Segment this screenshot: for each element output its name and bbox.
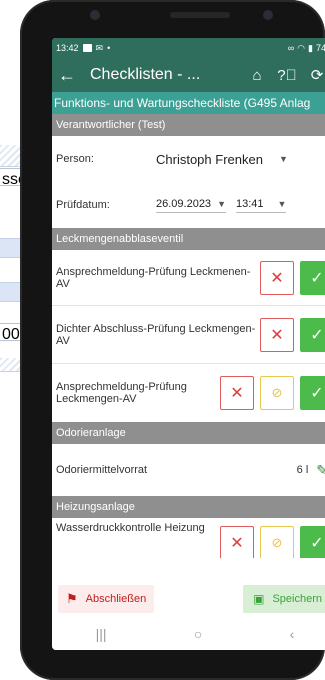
section-leak-valve: Leckmengenabblaseventil (52, 228, 325, 250)
check-item: Ansprechmeldung-Prüfung Leckmengen-AV ✕ … (52, 364, 325, 422)
page-title: Checklisten - ... (90, 66, 201, 83)
check-item-label: Dichter Abschluss-Prüfung Leckmengen-AV (56, 322, 256, 347)
status-bar: 13:42 ✉ • ∞ ◠ ▮ 74% (52, 38, 325, 58)
save-icon: ▣ (253, 592, 265, 606)
not-applicable-button[interactable]: ⊘ (260, 526, 294, 558)
status-time: 13:42 (56, 43, 79, 53)
pass-button[interactable]: ✓ (300, 526, 325, 558)
check-item-label: Ansprechmeldung-Prüfung Leckmenen-AV (56, 265, 251, 290)
signal-icon: ▮ (308, 42, 313, 53)
wifi-icon: ◠ (297, 42, 306, 53)
recents-icon[interactable]: ||| (96, 626, 107, 642)
odor-item-value: 6 l (296, 464, 309, 476)
section-responsible: Verantwortlicher (Test) (52, 114, 325, 136)
fail-button[interactable]: ✕ (260, 260, 294, 295)
notification-icon (82, 44, 92, 52)
sync-icon[interactable]: ⟳ (302, 66, 325, 84)
date-picker[interactable]: 26.09.2023 ▼ (156, 198, 226, 213)
dot-icon: • (107, 43, 111, 53)
home-icon[interactable]: ⌂ (242, 67, 272, 84)
section-odorizer: Odorieranlage (52, 422, 325, 444)
pass-button[interactable]: ✓ (300, 260, 325, 295)
check-item: Dichter Abschluss-Prüfung Leckmengen-AV … (52, 306, 325, 364)
odor-item-label: Odoriermittelvorrat (56, 464, 148, 476)
finish-button[interactable]: ⚑ Abschließen (58, 585, 155, 613)
chevron-down-icon: ▼ (277, 198, 287, 209)
odor-item: Odoriermittelvorrat 6 l ✎ (52, 444, 325, 496)
check-item: Ansprechmeldung-Prüfung Leckmenen-AV ✕ ✓ (52, 250, 325, 306)
phone-frame: 13:42 ✉ • ∞ ◠ ▮ 74% ← Checklisten - ... … (20, 0, 325, 680)
save-button-label: Speichern (272, 593, 322, 605)
battery-level: 74% (315, 43, 325, 53)
pass-button[interactable]: ✓ (300, 376, 325, 410)
time-picker[interactable]: 13:41 ▼ (235, 197, 287, 213)
action-footer: ⚑ Abschließen ▣ Speichern (52, 580, 325, 618)
chevron-down-icon[interactable]: ▼ (279, 154, 288, 164)
speaker-grille (170, 12, 230, 18)
check-item: Wasserdruckkontrolle Heizung ✕ ⊘ ✓ (52, 518, 325, 558)
finish-button-label: Abschließen (85, 593, 147, 605)
check-item-label: Wasserdruckkontrolle Heizung (56, 522, 205, 534)
fail-button[interactable]: ✕ (220, 376, 254, 410)
sensor-icon (263, 10, 273, 20)
mail-icon: ✉ (95, 42, 104, 53)
flag-icon: ⚑ (66, 591, 78, 606)
help-circle-icon[interactable]: ?⃝ (272, 67, 302, 84)
save-button[interactable]: ▣ Speichern (243, 585, 325, 613)
arrow-left-icon[interactable]: ← (58, 65, 84, 86)
check-item-label: Ansprechmeldung-Prüfung Leckmengen-AV (56, 381, 187, 405)
chevron-down-icon: ▼ (217, 198, 226, 209)
system-nav-bar: ||| ○ ‹ (52, 618, 325, 650)
fail-button[interactable]: ✕ (220, 526, 254, 558)
back-icon[interactable]: ‹ (290, 626, 295, 642)
section-heating: Heizungsanlage (52, 496, 325, 518)
pencil-icon[interactable]: ✎ (316, 462, 325, 479)
app-bar: ← Checklisten - ... ⌂ ?⃝ ⟳ (52, 58, 325, 92)
date-value: 26.09.2023 (156, 197, 212, 210)
date-label: Prüfdatum: (56, 199, 110, 211)
person-row: Person: Christoph Frenken ▼ (52, 136, 325, 182)
person-select[interactable]: Christoph Frenken (156, 152, 263, 167)
app-screen: 13:42 ✉ • ∞ ◠ ▮ 74% ← Checklisten - ... … (52, 38, 325, 650)
camera-icon (90, 10, 100, 20)
not-applicable-button[interactable]: ⊘ (260, 376, 294, 410)
home-circle-icon[interactable]: ○ (194, 626, 202, 642)
fail-button[interactable]: ✕ (260, 317, 294, 352)
person-label: Person: (56, 153, 94, 165)
link-icon: ∞ (287, 43, 295, 53)
pass-button[interactable]: ✓ (300, 317, 325, 352)
checklist-subtitle: Funktions- und Wartungscheckliste (G495 … (52, 92, 325, 114)
date-row: Prüfdatum: 26.09.2023 ▼ 13:41 ▼ (52, 182, 325, 228)
time-value: 13:41 (235, 197, 264, 210)
